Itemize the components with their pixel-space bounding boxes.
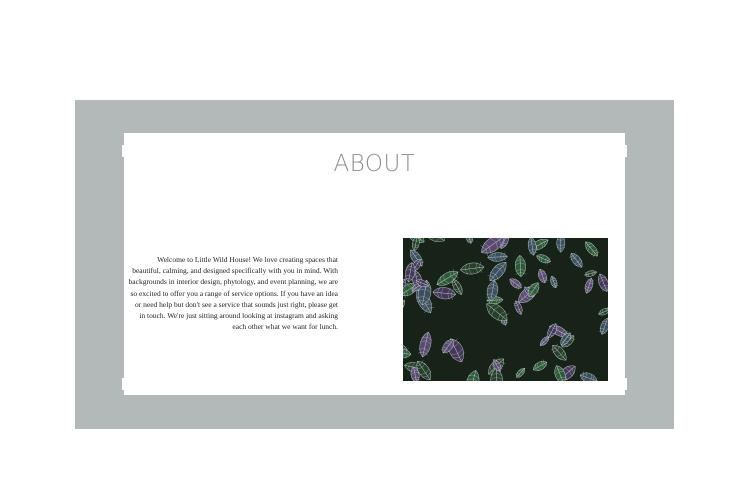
about-heading: ABOUT <box>333 151 416 177</box>
about-card: ABOUT Welcome to Little Wild House! We l… <box>124 133 625 395</box>
card-corner-notch <box>122 378 124 390</box>
leaf-pattern-image <box>403 238 608 381</box>
page-canvas: ABOUT Welcome to Little Wild House! We l… <box>0 0 750 500</box>
card-corner-notch <box>625 378 627 390</box>
leaf-plant-photo <box>403 238 608 381</box>
about-paragraph: Welcome to Little Wild House! We love cr… <box>128 255 338 332</box>
card-corner-notch <box>122 145 124 157</box>
card-corner-notch <box>625 145 627 157</box>
about-section-background: ABOUT Welcome to Little Wild House! We l… <box>75 100 674 429</box>
